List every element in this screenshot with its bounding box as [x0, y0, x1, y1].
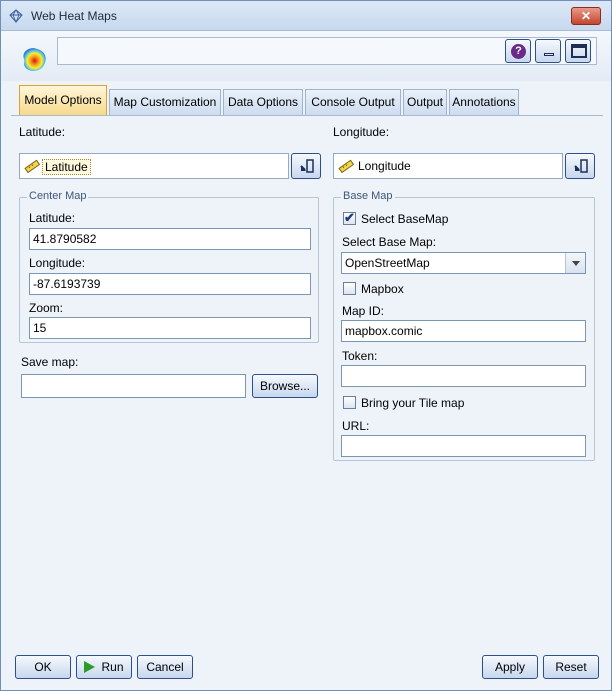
longitude-picker-button[interactable] [565, 153, 595, 179]
minimize-icon [544, 53, 554, 56]
window-title: Web Heat Maps [31, 9, 117, 23]
minimize-button[interactable] [535, 39, 561, 63]
tab-annotations[interactable]: Annotations [449, 89, 519, 115]
close-button[interactable]: ✕ [571, 7, 601, 25]
title-bar: Web Heat Maps ✕ [1, 1, 611, 31]
close-icon: ✕ [580, 9, 592, 23]
save-map-label: Save map: [21, 355, 79, 369]
play-icon [84, 661, 96, 673]
map-id-input[interactable]: mapbox.comic [341, 320, 586, 342]
reset-button[interactable]: Reset [543, 655, 599, 679]
url-input[interactable] [341, 435, 586, 457]
tab-output[interactable]: Output [403, 89, 447, 115]
diamond-icon [9, 9, 23, 23]
mapbox-label: Mapbox [361, 282, 404, 296]
center-map-legend: Center Map [27, 190, 89, 202]
base-map-select-value: OpenStreetMap [345, 256, 430, 270]
base-map-select[interactable]: OpenStreetMap [341, 252, 586, 274]
center-longitude-label: Longitude: [29, 256, 86, 270]
latitude-field-selector[interactable]: Latitude [19, 153, 289, 179]
map-id-label: Map ID: [342, 304, 385, 318]
tab-model-options[interactable]: Model Options [19, 85, 107, 115]
checkmark-icon: ✔ [344, 210, 355, 225]
maximize-button[interactable] [565, 39, 591, 63]
run-label: Run [101, 660, 124, 674]
base-map-legend: Base Map [341, 190, 395, 202]
center-latitude-input[interactable]: 41.8790582 [29, 228, 311, 250]
longitude-field-value: Longitude [358, 159, 411, 173]
save-map-input[interactable] [21, 374, 246, 398]
center-latitude-label: Latitude: [29, 211, 76, 225]
token-label: Token: [342, 349, 378, 363]
select-basemap-checkbox[interactable]: ✔ [343, 210, 356, 225]
mapbox-checkbox[interactable] [343, 282, 356, 295]
maximize-icon [571, 44, 587, 58]
tab-map-customization[interactable]: Map Customization [109, 89, 221, 115]
tab-console-output[interactable]: Console Output [305, 89, 401, 115]
help-icon: ? [511, 44, 526, 59]
token-input[interactable] [341, 365, 586, 387]
ruler-icon [338, 159, 354, 173]
web-heat-maps-dialog: Web Heat Maps ✕ ? Model Options Map Cust… [0, 0, 612, 691]
apply-button[interactable]: Apply [482, 655, 538, 679]
longitude-label: Longitude: [333, 125, 390, 139]
ruler-icon [24, 159, 40, 173]
select-base-map-label: Select Base Map: [342, 235, 437, 249]
browse-button[interactable]: Browse... [252, 374, 318, 398]
run-button[interactable]: Run [76, 655, 132, 679]
chevron-down-icon[interactable] [565, 253, 585, 273]
zoom-label: Zoom: [29, 301, 64, 315]
latitude-label: Latitude: [19, 125, 66, 139]
longitude-field-selector[interactable]: Longitude [333, 153, 563, 179]
center-longitude-input[interactable]: -87.6193739 [29, 273, 311, 295]
help-button[interactable]: ? [505, 39, 531, 63]
tab-data-options[interactable]: Data Options [223, 89, 303, 115]
latitude-picker-button[interactable] [291, 153, 321, 179]
select-basemap-label: Select BaseMap [361, 212, 449, 226]
url-label: URL: [342, 419, 370, 433]
field-picker-icon [574, 159, 588, 173]
field-picker-icon [300, 159, 314, 173]
zoom-input[interactable]: 15 [29, 317, 311, 339]
heatmap-icon [23, 48, 46, 71]
latitude-field-value: Latitude [42, 159, 91, 175]
bring-tile-checkbox[interactable] [343, 396, 356, 409]
bring-tile-label: Bring your Tile map [361, 396, 465, 410]
cancel-button[interactable]: Cancel [137, 655, 193, 679]
ok-button[interactable]: OK [15, 655, 71, 679]
